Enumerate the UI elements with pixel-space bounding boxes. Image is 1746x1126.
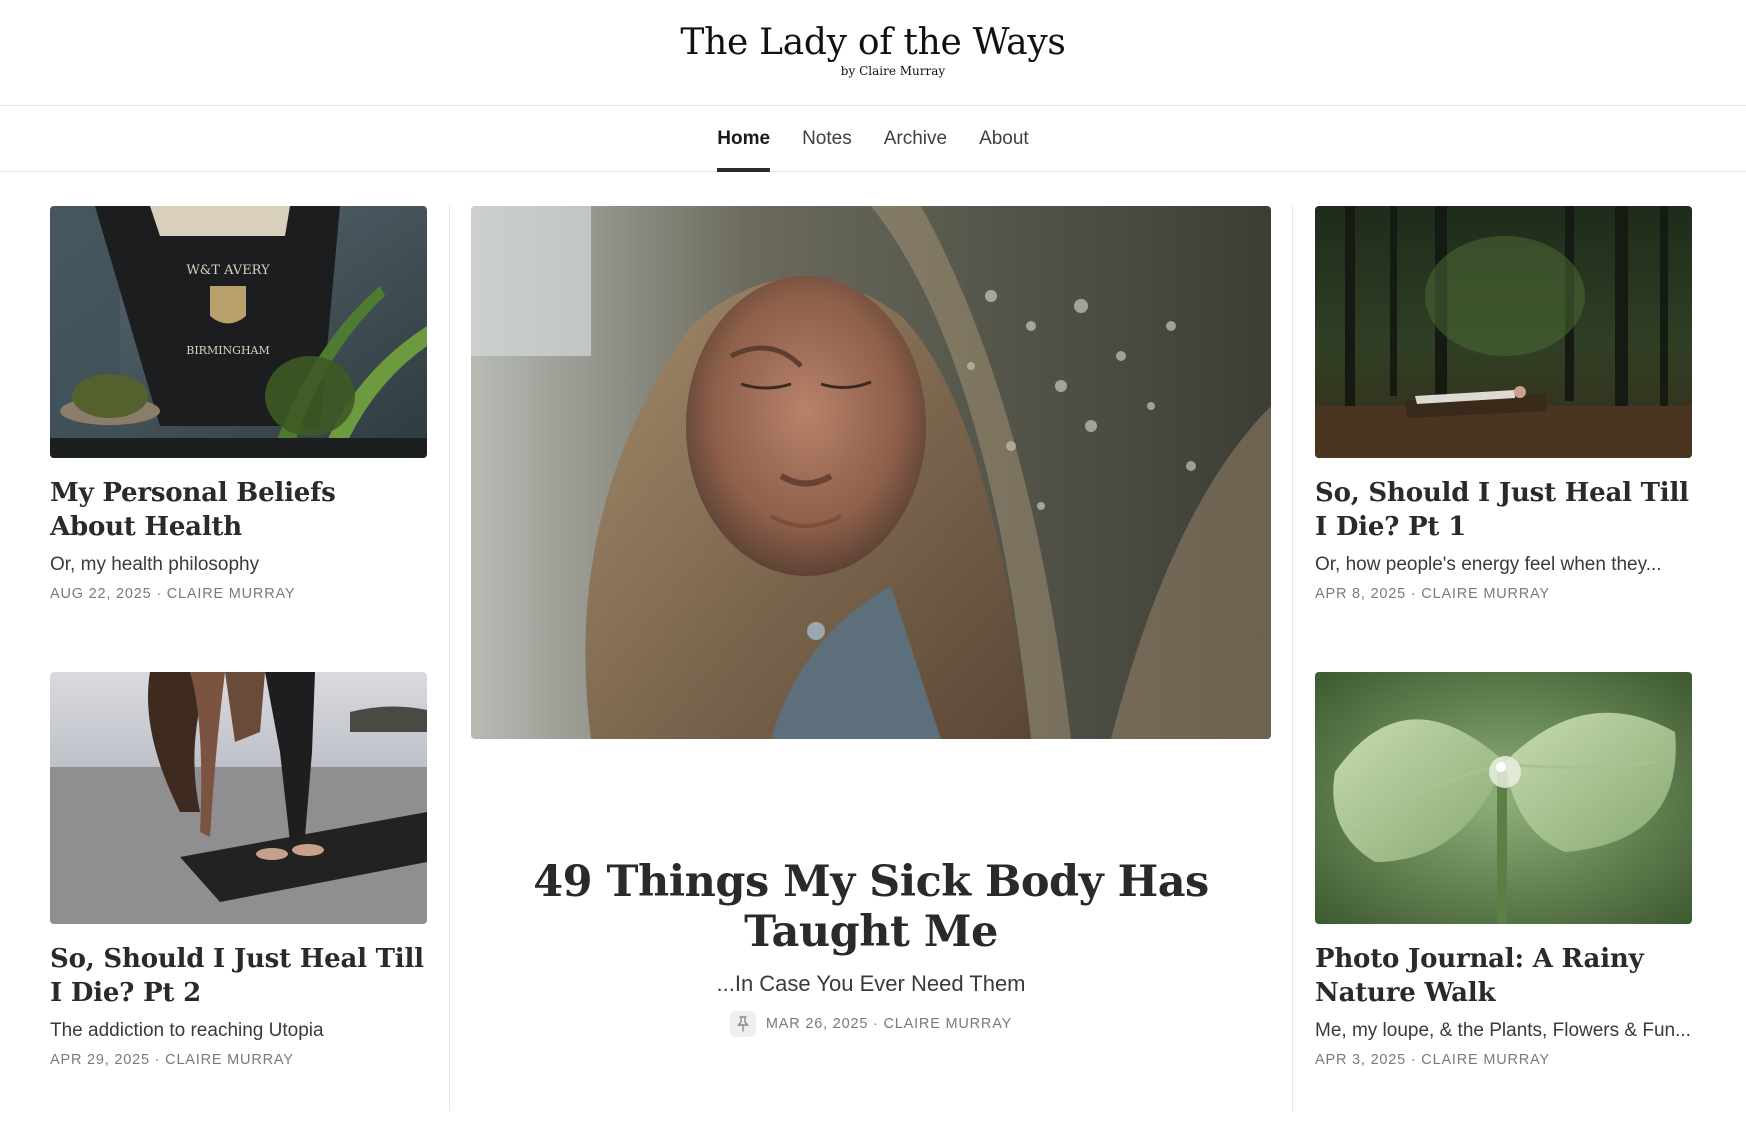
featured-post[interactable]: 49 Things My Sick Body Has Taught Me ...…	[471, 206, 1271, 1037]
post-title[interactable]: Photo Journal: A Rainy Nature Walk	[1315, 942, 1692, 1010]
post-card[interactable]: W&T AVERY BIRMINGHAM My Personal Beliefs…	[50, 206, 427, 602]
pin-icon	[729, 1011, 756, 1037]
featured-meta: MAR 26, 2025 · CLAIRE MURRAY	[765, 1016, 1013, 1032]
post-meta: APR 8, 2025 · CLAIRE MURRAY	[1315, 586, 1550, 602]
post-grid: W&T AVERY BIRMINGHAM My Personal Beliefs…	[50, 206, 1693, 1111]
post-meta: AUG 22, 2025 · CLAIRE MURRAY	[50, 586, 296, 602]
featured-title[interactable]: 49 Things My Sick Body Has Taught Me	[471, 857, 1271, 957]
nav-item-home[interactable]: Home	[701, 106, 786, 172]
post-title[interactable]: My Personal Beliefs About Health	[50, 476, 427, 544]
nav-item-notes[interactable]: Notes	[786, 106, 868, 171]
featured-meta-row: MAR 26, 2025 · CLAIRE MURRAY	[471, 1011, 1271, 1037]
featured-image[interactable]	[471, 206, 1271, 739]
post-card[interactable]: Photo Journal: A Rainy Nature Walk Me, m…	[1315, 672, 1692, 1068]
post-subtitle: The addiction to reaching Utopia	[50, 1020, 324, 1041]
post-thumbnail[interactable]	[1315, 672, 1692, 924]
nav-item-about[interactable]: About	[963, 106, 1045, 171]
column-divider	[449, 206, 450, 1111]
post-thumbnail[interactable]	[50, 672, 427, 924]
post-card[interactable]: So, Should I Just Heal Till I Die? Pt 1 …	[1315, 206, 1692, 602]
post-subtitle: Me, my loupe, & the Plants, Flowers & Fu…	[1315, 1020, 1691, 1041]
svg-text:BIRMINGHAM: BIRMINGHAM	[186, 344, 270, 357]
site-logo[interactable]: The Lady of the Ways by Claire Murray	[680, 21, 1066, 78]
post-subtitle: Or, my health philosophy	[50, 554, 260, 575]
post-subtitle: Or, how people's energy feel when they..…	[1315, 554, 1662, 575]
main-nav: Home Notes Archive About	[0, 106, 1746, 172]
site-title: The Lady of the Ways	[680, 21, 1066, 63]
featured-subtitle: ...In Case You Ever Need Them	[716, 971, 1026, 996]
svg-text:W&T AVERY: W&T AVERY	[186, 263, 270, 278]
site-byline: by Claire Murray	[840, 63, 946, 78]
post-thumbnail[interactable]	[1315, 206, 1692, 458]
nav-item-archive[interactable]: Archive	[868, 106, 963, 171]
post-meta: APR 29, 2025 · CLAIRE MURRAY	[50, 1052, 294, 1068]
post-card[interactable]: So, Should I Just Heal Till I Die? Pt 2 …	[50, 672, 427, 1068]
post-thumbnail[interactable]: W&T AVERY BIRMINGHAM	[50, 206, 427, 458]
masthead: The Lady of the Ways by Claire Murray	[0, 0, 1746, 106]
column-divider	[1292, 206, 1293, 1111]
post-title[interactable]: So, Should I Just Heal Till I Die? Pt 2	[50, 942, 427, 1010]
post-meta: APR 3, 2025 · CLAIRE MURRAY	[1315, 1052, 1550, 1068]
post-title[interactable]: So, Should I Just Heal Till I Die? Pt 1	[1315, 476, 1692, 544]
